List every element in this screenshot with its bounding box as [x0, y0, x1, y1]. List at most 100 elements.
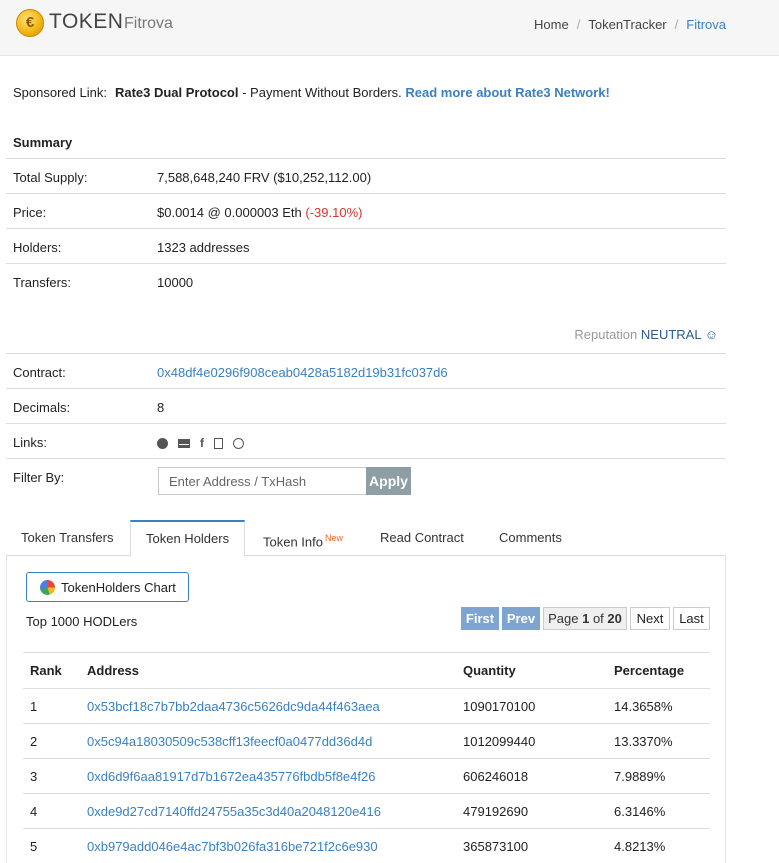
percentage-cell: 14.3658%	[607, 688, 710, 724]
quantity-cell: 606246018	[456, 758, 607, 794]
details-row-decimals: Decimals: 8	[6, 389, 726, 424]
links-icons: f	[157, 436, 244, 450]
transfers-label: Transfers:	[13, 275, 72, 290]
table-row: 1 0x53bcf18c7b7bb2daa4736c5626dc9da44f46…	[23, 688, 710, 724]
address-cell: 0x53bcf18c7b7bb2daa4736c5626dc9da44f463a…	[80, 688, 456, 724]
holders-table-header: Rank Address Quantity Percentage	[23, 652, 710, 689]
column-header-address: Address	[80, 652, 456, 689]
price-value: $0.0014 @ 0.000003 Eth (-39.10%)	[157, 205, 362, 220]
breadcrumb-tokentracker[interactable]: TokenTracker	[588, 17, 666, 32]
pager-of: of	[589, 611, 608, 626]
holders-label: Holders:	[13, 240, 62, 255]
pager-last-button[interactable]: Last	[673, 607, 710, 630]
column-header-percentage: Percentage	[607, 652, 710, 689]
percentage-cell: 13.3370%	[607, 723, 710, 759]
breadcrumb: Home / TokenTracker / Fitrova	[534, 17, 726, 32]
tab-token-holders[interactable]: Token Holders	[130, 520, 246, 557]
decimals-value: 8	[157, 400, 165, 415]
summary-heading-row: Summary	[6, 124, 726, 159]
tokenholders-chart-label: TokenHolders Chart	[61, 579, 176, 595]
rank-cell: 4	[23, 793, 80, 829]
reputation-level[interactable]: NEUTRAL	[641, 327, 701, 342]
tab-token-info-label: Token Info	[263, 534, 323, 550]
breadcrumb-current: Fitrova	[686, 17, 726, 32]
pager-next-button[interactable]: Next	[630, 607, 670, 630]
summary-row-holders: Holders: 1323 addresses	[6, 229, 726, 264]
details-row-contract: Contract: 0x48df4e0296f908ceab0428a5182d…	[6, 354, 726, 389]
tab-comments[interactable]: Comments	[484, 520, 577, 556]
pager-prev-button[interactable]: Prev	[502, 607, 540, 630]
price-change: (-39.10%)	[305, 205, 363, 220]
price-amount: $0.0014 @ 0.000003 Eth	[157, 205, 306, 220]
summary-row-transfers: Transfers: 10000	[6, 264, 726, 299]
mail-icon[interactable]	[178, 438, 190, 448]
pager-first-button[interactable]: First	[461, 607, 499, 630]
total-supply-label: Total Supply:	[13, 170, 88, 185]
details-row-links: Links: f	[6, 424, 726, 459]
breadcrumb-home[interactable]: Home	[534, 17, 569, 32]
pager-page-indicator: Page 1 of 20	[543, 607, 627, 630]
sponsored-prefix: Sponsored Link:	[13, 85, 107, 100]
coinmarketcap-icon[interactable]	[233, 437, 244, 449]
sponsored-link: Sponsored Link: Rate3 Dual Protocol - Pay…	[13, 85, 610, 100]
holder-address-link[interactable]: 0xde9d27cd7140ffd24755a35c3d40a2048120e4…	[87, 804, 381, 819]
filter-address-input[interactable]	[158, 467, 367, 495]
summary-row-total-supply: Total Supply: 7,588,648,240 FRV ($10,252…	[6, 159, 726, 194]
quantity-cell: 479192690	[456, 793, 607, 829]
decimals-label: Decimals:	[13, 400, 71, 415]
tab-read-contract[interactable]: Read Contract	[365, 520, 479, 556]
transfers-value: 10000	[157, 275, 194, 290]
table-row: 5 0xb979add046e4ac7bf3b026fa316be721f2c6…	[23, 828, 710, 863]
breadcrumb-separator: /	[576, 17, 581, 32]
address-cell: 0xde9d27cd7140ffd24755a35c3d40a2048120e4…	[80, 793, 456, 829]
price-label: Price:	[13, 205, 47, 220]
rank-cell: 3	[23, 758, 80, 794]
reputation: Reputation NEUTRAL ☺	[574, 327, 718, 342]
tokenholders-chart-button[interactable]: TokenHolders Chart	[26, 572, 189, 602]
document-icon[interactable]	[214, 437, 223, 449]
token-name: Fitrova	[124, 15, 173, 32]
percentage-cell: 6.3146%	[607, 793, 710, 829]
token-tabs: Token Transfers Token Holders Token Info…	[6, 520, 726, 557]
rank-cell: 5	[23, 828, 80, 863]
rank-cell: 1	[23, 688, 80, 724]
summary-heading: Summary	[13, 135, 73, 150]
holders-value: 1323 addresses	[157, 240, 250, 255]
percentage-cell: 4.8213%	[607, 828, 710, 863]
pie-chart-icon	[40, 579, 55, 595]
address-cell: 0x5c94a18030509c538cff13feecf0a0477dd36d…	[80, 723, 456, 759]
address-cell: 0xb979add046e4ac7bf3b026fa316be721f2c6e9…	[80, 828, 456, 863]
globe-icon[interactable]	[157, 437, 168, 449]
sponsored-title: Rate3 Dual Protocol	[114, 85, 239, 100]
holders-table: Rank Address Quantity Percentage 1 0x53b…	[23, 652, 710, 863]
holder-address-link[interactable]: 0xb979add046e4ac7bf3b026fa316be721f2c6e9…	[87, 839, 378, 854]
summary-row-price: Price: $0.0014 @ 0.000003 Eth (-39.10%)	[6, 194, 726, 229]
new-badge: New	[325, 533, 344, 543]
table-row: 2 0x5c94a18030509c538cff13feecf0a0477dd3…	[23, 723, 710, 759]
facebook-icon[interactable]: f	[200, 436, 204, 450]
filter-label: Filter By:	[13, 470, 65, 485]
rank-cell: 2	[23, 723, 80, 759]
quantity-cell: 1090170100	[456, 688, 607, 724]
holder-address-link[interactable]: 0x5c94a18030509c538cff13feecf0a0477dd36d…	[87, 734, 372, 749]
sponsored-text: - Payment Without Borders.	[238, 85, 406, 100]
tab-token-transfers[interactable]: Token Transfers	[6, 520, 129, 556]
smiley-icon: ☺	[704, 327, 718, 342]
links-label: Links:	[13, 435, 47, 450]
percentage-cell: 7.9889%	[607, 758, 710, 794]
address-cell: 0xd6d9f6aa81917d7b1672ea435776fbdb5f8e4f…	[80, 758, 456, 794]
pager-page-prefix: Page	[548, 611, 583, 626]
holder-address-link[interactable]: 0xd6d9f6aa81917d7b1672ea435776fbdb5f8e4f…	[87, 769, 375, 784]
sponsored-read-more-link[interactable]: Read more about Rate3 Network!	[405, 85, 609, 100]
logo-text[interactable]: TOKEN	[49, 10, 123, 34]
tab-token-info[interactable]: Token Info New	[248, 520, 358, 556]
table-row: 4 0xde9d27cd7140ffd24755a35c3d40a2048120…	[23, 793, 710, 829]
holder-address-link[interactable]: 0x53bcf18c7b7bb2daa4736c5626dc9da44f463a…	[87, 699, 380, 714]
logo-coin-icon[interactable]: €	[16, 9, 44, 37]
site-header: € TOKEN Fitrova Home / TokenTracker / Fi…	[0, 0, 779, 56]
summary-table: Summary Total Supply: 7,588,648,240 FRV …	[6, 124, 726, 299]
column-header-rank: Rank	[23, 652, 80, 689]
apply-button[interactable]: Apply	[366, 467, 411, 495]
top-holders-label: Top 1000 HODLers	[26, 614, 138, 629]
contract-address-link[interactable]: 0x48df4e0296f908ceab0428a5182d19b31fc037…	[157, 365, 448, 380]
